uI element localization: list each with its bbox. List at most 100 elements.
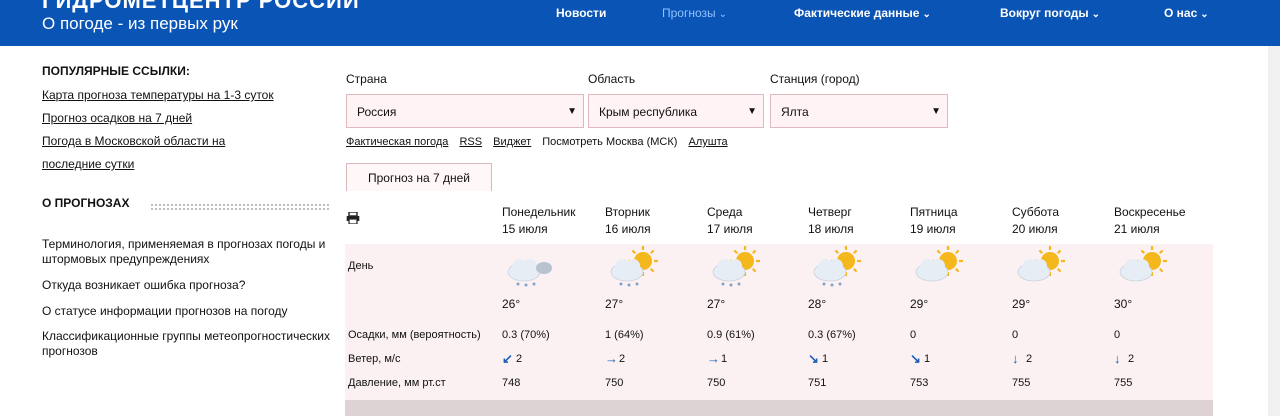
day-header: Воскресенье 21 июля [1114, 204, 1214, 238]
chevron-down-icon: ⌄ [1200, 9, 1209, 20]
station-links: Фактическая погода RSS Виджет Посмотреть… [346, 136, 736, 148]
nav-forecasts-label: Прогнозы [662, 6, 716, 20]
print-icon[interactable] [346, 212, 360, 224]
row-label-day: День [348, 260, 374, 272]
precipitation-value: 0 [910, 329, 917, 341]
link-widget[interactable]: Виджет [493, 136, 531, 148]
row-label-precip: Осадки, мм (вероятность) [348, 329, 481, 341]
popular-links-title: ПОПУЛЯРНЫЕ ССЫЛКИ: [42, 64, 190, 78]
country-label: Страна [346, 72, 387, 86]
station-select-value: Ялта [781, 105, 809, 119]
wind-arrow-icon: ↘ [910, 351, 921, 366]
day-header: Вторник 16 июля [605, 204, 705, 238]
forecast-next-row [345, 400, 1213, 416]
pressure-value: 755 [1012, 377, 1031, 389]
precipitation-value: 0.9 (61%) [707, 329, 755, 341]
pressure-value: 748 [502, 377, 521, 389]
country-select-value: Россия [357, 105, 397, 119]
about-link-terminology[interactable]: Терминология, применяемая в прогнозах по… [42, 237, 332, 267]
wind-speed: 2 [1026, 353, 1033, 365]
nav-forecasts[interactable]: Прогнозы ⌄ [662, 6, 727, 20]
wind-arrow-icon: → [707, 351, 720, 366]
day-name: Пятница [910, 205, 958, 219]
day-date: 16 июля [605, 222, 651, 236]
day-temperature: 28° [808, 297, 827, 311]
day-temperature: 27° [707, 297, 726, 311]
day-date: 18 июля [808, 222, 854, 236]
about-link-classification[interactable]: Классификационные группы метеопрогностич… [42, 329, 332, 359]
link-precip-7days[interactable]: Прогноз осадков на 7 дней [42, 107, 332, 130]
link-view-moscow[interactable]: Посмотреть Москва (МСК) [542, 136, 677, 148]
wind-arrow-icon: ↓ [1114, 351, 1121, 366]
site-title[interactable]: ГИДРОМЕТЦЕНТР РОССИИ [42, 0, 360, 14]
day-date: 17 июля [707, 222, 753, 236]
wind-arrow-icon: ↓ [1012, 351, 1019, 366]
link-rss[interactable]: RSS [459, 136, 482, 148]
chevron-down-icon: ⌄ [922, 9, 931, 20]
nav-around-weather[interactable]: Вокруг погоды ⌄ [1000, 6, 1100, 20]
day-temperature: 27° [605, 297, 624, 311]
day-date: 15 июля [502, 222, 548, 236]
chevron-down-icon: ⌄ [718, 9, 728, 20]
station-label: Станция (город) [770, 72, 860, 86]
wind-arrow-icon: ↘ [808, 351, 819, 366]
wind-speed: 1 [822, 353, 829, 365]
chevron-down-icon: ⌄ [1091, 9, 1101, 20]
link-alushta[interactable]: Алушта [688, 136, 727, 148]
sun-cloud-rain-icon [712, 246, 760, 287]
wind-speed: 2 [619, 353, 626, 365]
country-select[interactable]: Россия ▼ [346, 94, 584, 128]
day-header: Суббота 20 июля [1012, 204, 1112, 238]
precipitation-value: 0.3 (67%) [808, 329, 856, 341]
day-temperature: 30° [1114, 297, 1133, 311]
nav-around-weather-label: Вокруг погоды [1000, 6, 1089, 20]
wind-speed: 2 [516, 353, 523, 365]
day-temperature: 29° [910, 297, 929, 311]
station-select[interactable]: Ялта ▼ [770, 94, 948, 128]
nav-news-label: Новости [556, 6, 607, 20]
sun-cloud-rain-icon [610, 246, 658, 287]
pressure-value: 750 [605, 377, 624, 389]
pressure-value: 750 [707, 377, 726, 389]
wind-speed: 1 [924, 353, 931, 365]
page-scrollbar[interactable] [1268, 46, 1280, 416]
precipitation-value: 0 [1012, 329, 1019, 341]
day-name: Четверг [808, 205, 852, 219]
site-subtitle: О погоде - из первых рук [42, 14, 238, 33]
nav-actual-data[interactable]: Фактические данные ⌄ [794, 6, 931, 20]
day-header: Четверг 18 июля [808, 204, 908, 238]
day-name: Понедельник [502, 205, 576, 219]
region-select[interactable]: Крым республика ▼ [588, 94, 764, 128]
precipitation-value: 0 [1114, 329, 1121, 341]
wind-speed: 2 [1128, 353, 1135, 365]
link-moscow-region[interactable]: Погода в Московской области на последние… [42, 130, 272, 176]
about-link-info-status[interactable]: О статусе информации прогнозов на погоду [42, 304, 332, 319]
day-temperature: 29° [1012, 297, 1031, 311]
link-actual-weather[interactable]: Фактическая погода [346, 136, 448, 148]
sun-cloud-icon [1119, 246, 1167, 282]
site-header: ГИДРОМЕТЦЕНТР РОССИИ О погоде - из первы… [0, 0, 1280, 46]
cloud-rain-icon [507, 259, 552, 287]
region-label: Область [588, 72, 636, 86]
day-name: Среда [707, 205, 743, 219]
nav-news[interactable]: Новости [556, 6, 606, 20]
wind-arrow-icon: → [605, 351, 618, 366]
sun-cloud-icon [1017, 246, 1065, 282]
day-name: Вторник [605, 205, 650, 219]
about-forecasts-title: О ПРОГНОЗАХ [42, 196, 130, 210]
tab-7day-forecast[interactable]: Прогноз на 7 дней [346, 163, 492, 191]
nav-actual-data-label: Фактические данные [794, 6, 920, 20]
day-header: Среда 17 июля [707, 204, 807, 238]
wind-speed: 1 [721, 353, 728, 365]
nav-about-label: О нас [1164, 6, 1198, 20]
sun-cloud-icon [915, 246, 963, 282]
nav-about[interactable]: О нас ⌄ [1164, 6, 1209, 20]
day-temperature: 26° [502, 297, 521, 311]
popular-links: ПОПУЛЯРНЫЕ ССЫЛКИ: Карта прогноза темпер… [42, 64, 332, 176]
sun-cloud-rain-icon [813, 246, 861, 287]
day-date: 20 июля [1012, 222, 1058, 236]
precipitation-value: 0.3 (70%) [502, 329, 550, 341]
day-date: 21 июля [1114, 222, 1160, 236]
link-temperature-map[interactable]: Карта прогноза температуры на 1-3 суток [42, 84, 332, 107]
about-link-forecast-error[interactable]: Откуда возникает ошибка прогноза? [42, 278, 332, 293]
